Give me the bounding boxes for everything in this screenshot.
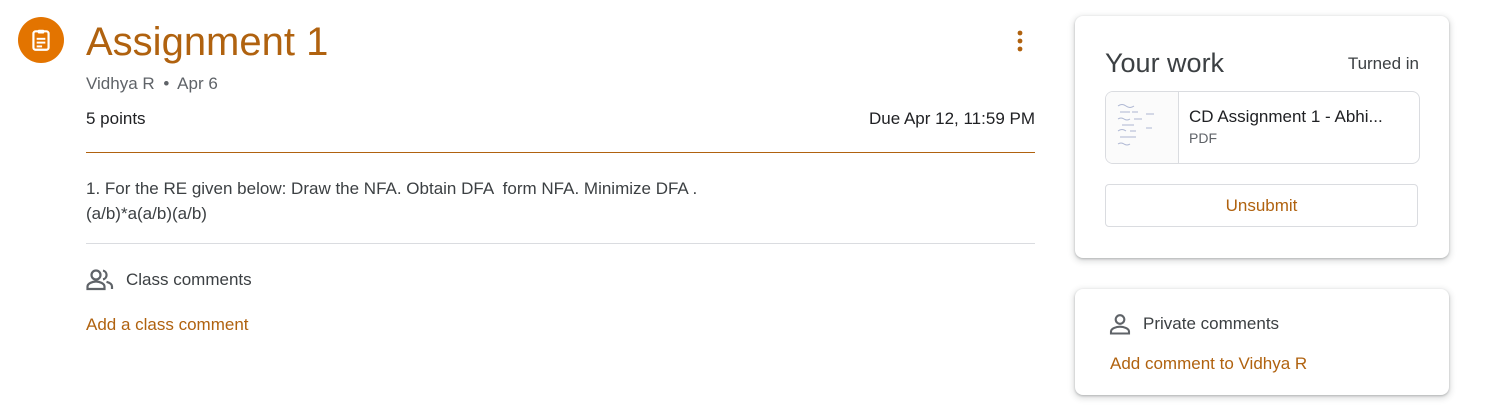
more-options-button[interactable] xyxy=(1004,25,1036,57)
header-divider xyxy=(86,152,1035,153)
add-private-comment-link[interactable]: Add comment to Vidhya R xyxy=(1110,352,1307,376)
unsubmit-button[interactable]: Unsubmit xyxy=(1105,184,1418,227)
attachment-name: CD Assignment 1 - Abhi... xyxy=(1189,107,1383,126)
add-class-comment-link[interactable]: Add a class comment xyxy=(86,313,249,337)
assignment-page: Assignment 1 Vidhya R • Apr 6 5 points D… xyxy=(0,0,1507,420)
class-comments-label: Class comments xyxy=(126,270,252,289)
people-icon xyxy=(86,269,114,291)
attachment-thumbnail xyxy=(1106,92,1179,163)
person-icon xyxy=(1109,314,1131,335)
points-label: 5 points xyxy=(86,109,146,128)
private-comments-label: Private comments xyxy=(1143,314,1280,333)
attachment-item[interactable]: CD Assignment 1 - Abhi... PDF xyxy=(1105,91,1420,164)
posted-date: Apr 6 xyxy=(177,74,218,93)
author-name: Vidhya R xyxy=(86,74,155,93)
more-vert-icon xyxy=(1017,30,1023,52)
assignment-meta: Vidhya R • Apr 6 xyxy=(86,73,218,95)
private-comments-header: Private comments xyxy=(1109,311,1279,337)
attachment-type: PDF xyxy=(1189,130,1217,146)
submission-status: Turned in xyxy=(1347,54,1419,73)
class-comments-header: Class comments xyxy=(86,266,252,294)
description-divider xyxy=(86,243,1035,244)
your-work-title: Your work xyxy=(1105,48,1225,78)
private-comments-card: Private comments Add comment to Vidhya R xyxy=(1075,289,1449,395)
your-work-card: Your work Turned in CD Assignment 1 - Ab… xyxy=(1075,16,1449,258)
due-date: Due Apr 12, 11:59 PM xyxy=(868,109,1035,128)
meta-separator: • xyxy=(163,74,170,93)
assignment-icon xyxy=(18,17,64,63)
assignment-title: Assignment 1 xyxy=(86,20,329,64)
assignment-description: 1. For the RE given below: Draw the NFA.… xyxy=(86,179,698,223)
